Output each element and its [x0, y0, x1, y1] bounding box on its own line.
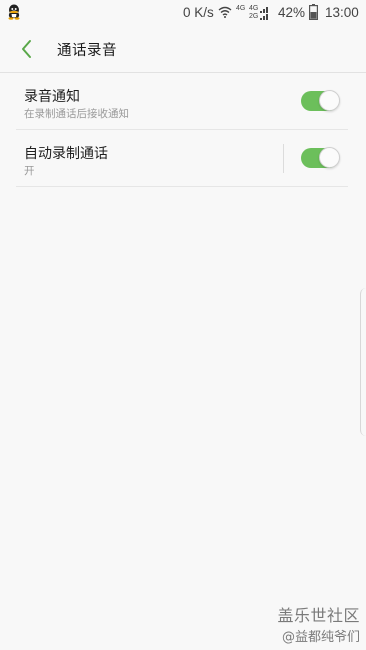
status-bar: 0 K/s 4G 4G 2G 42% 13:00: [0, 0, 366, 26]
setting-recording-notification[interactable]: 录音通知 在录制通话后接收通知: [16, 73, 348, 130]
vertical-divider: [283, 144, 284, 173]
net-speed: 0 K/s: [183, 5, 214, 20]
toggle-knob: [319, 147, 340, 168]
clock: 13:00: [325, 5, 359, 20]
network-type-mid: 4G: [249, 5, 259, 12]
network-type-bottom: 2G: [249, 13, 259, 20]
settings-list: 录音通知 在录制通话后接收通知 自动录制通话 开: [16, 73, 348, 187]
auto-record-toggle[interactable]: [301, 147, 340, 168]
recording-notification-toggle[interactable]: [301, 90, 340, 111]
battery-percent: 42%: [278, 5, 306, 20]
app-bar: 通话录音: [0, 26, 366, 73]
setting-auto-record-calls[interactable]: 自动录制通话 开: [16, 130, 348, 187]
watermark-brand: 盖乐世社区: [277, 606, 360, 625]
watermark-credit: @益都纯爷们: [281, 630, 360, 645]
setting-title: 自动录制通话: [24, 146, 108, 162]
setting-subtitle: 在录制通话后接收通知: [24, 108, 129, 120]
back-button[interactable]: [14, 36, 42, 62]
signal-icon: 4G 4G 2G: [236, 3, 270, 23]
qq-icon: [8, 4, 20, 20]
signal-bars-icon: [260, 7, 268, 20]
wifi-icon: [218, 6, 232, 18]
battery-icon: [309, 4, 318, 20]
toggle-knob: [319, 90, 340, 111]
setting-title: 录音通知: [24, 89, 80, 105]
edge-panel-handle[interactable]: [360, 288, 366, 436]
setting-subtitle: 开: [24, 165, 35, 177]
network-type-top: 4G: [236, 5, 246, 12]
page-title: 通话录音: [57, 43, 117, 59]
chevron-left-icon: [22, 40, 31, 58]
